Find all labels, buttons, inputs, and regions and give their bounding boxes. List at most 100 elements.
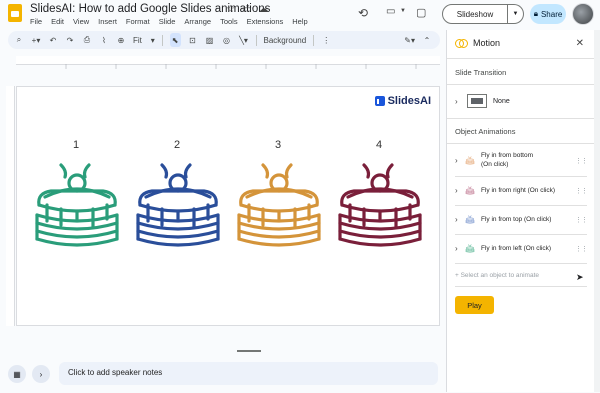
motion-panel: Motion ✕ Slide Transition › None Object … (446, 30, 595, 392)
pancake-drawing (237, 163, 321, 247)
drag-handle-icon[interactable]: ⋮⋮ (575, 187, 588, 195)
text-box-icon[interactable]: ⊡ (188, 33, 198, 47)
zoom-select[interactable]: Fit ▾ (133, 33, 155, 47)
version-history-icon[interactable]: ⟲ (358, 6, 368, 20)
print-icon[interactable]: ⎙ (82, 33, 92, 47)
play-button[interactable]: Play (455, 296, 494, 314)
pancake-thumbnail-icon (465, 156, 475, 165)
zoom-icon[interactable]: ⊕ (116, 33, 126, 47)
chevron-right-icon: › (455, 215, 458, 224)
animation-item[interactable]: › Fly in from right (On click) ⋮⋮ (447, 176, 595, 205)
zoom-value: Fit (133, 35, 142, 45)
vertical-ruler[interactable] (6, 86, 15, 326)
pancake-drawing (465, 244, 475, 253)
title-icons: ☆ ▭ ☁ (226, 4, 268, 15)
chevron-down-icon[interactable]: ▼ (400, 8, 406, 14)
toolbar-divider (313, 34, 315, 46)
ruler-ticks (65, 64, 417, 69)
slide-transition-label: Slide Transition (455, 68, 507, 77)
chevron-right-icon: › (455, 156, 458, 165)
menu-edit[interactable]: Edit (51, 17, 64, 26)
share-label: Share (540, 9, 563, 19)
shape-icon[interactable]: ◎ (222, 33, 232, 47)
menu-tools[interactable]: Tools (220, 17, 238, 26)
slideshow-options-button[interactable]: ▼ (508, 4, 524, 24)
pen-mode-icon[interactable]: ✎▾ (404, 33, 415, 47)
pancake-thumbnail-icon (465, 215, 475, 224)
transition-row[interactable]: › None (455, 94, 510, 108)
search-menus-icon[interactable]: ⌕ (14, 33, 24, 47)
animation-label-line1: Fly in from bottom (481, 152, 534, 160)
collapse-toolbar-icon[interactable]: ⌃ (422, 33, 432, 47)
drag-handle-icon[interactable]: ⋮⋮ (575, 157, 588, 165)
slide-thumbnail-icon (467, 94, 487, 108)
horizontal-ruler[interactable] (16, 56, 440, 69)
animation-item[interactable]: › Fly in from bottom (On click) ⋮⋮ (447, 146, 595, 175)
background-button[interactable]: Background (264, 33, 307, 47)
more-options-icon[interactable]: ⋮ (321, 33, 331, 47)
brand-text: SlidesAI (387, 95, 431, 107)
pancake-stack-4[interactable] (334, 161, 426, 256)
pancake-drawing (338, 163, 422, 247)
undo-icon[interactable]: ↶ (48, 33, 58, 47)
speaker-notes[interactable]: Click to add speaker notes (59, 362, 438, 385)
account-avatar[interactable] (572, 3, 594, 25)
menu-file[interactable]: File (30, 17, 42, 26)
pancake-stack-1[interactable] (31, 161, 123, 256)
comments-icon[interactable]: ▢ (416, 6, 426, 19)
slide[interactable]: SlidesAI 1 2 3 4 (16, 86, 440, 326)
menu-view[interactable]: View (73, 17, 89, 26)
pancake-stack-2[interactable] (132, 161, 224, 256)
animation-item[interactable]: › Fly in from top (On click) ⋮⋮ (447, 205, 595, 234)
star-icon[interactable]: ☆ (226, 4, 235, 15)
pancake-thumbnail-icon (465, 186, 475, 195)
side-panel-strip (594, 30, 600, 392)
panel-header: Motion (455, 38, 500, 48)
animation-item[interactable]: › Fly in from left (On click) ⋮⋮ (447, 234, 595, 263)
animation-label: Fly in from bottom (On click) (481, 152, 533, 169)
paint-format-icon[interactable]: ⌇ (99, 33, 109, 47)
drag-handle-icon[interactable]: ⋮⋮ (575, 245, 588, 253)
select-object-hint[interactable]: + Select an object to animate (455, 272, 539, 279)
menu-arrange[interactable]: Arrange (184, 17, 211, 26)
chevron-down-icon: ▼ (512, 11, 519, 17)
menu-extensions[interactable]: Extensions (247, 17, 284, 26)
pancake-stack-3[interactable] (233, 161, 325, 256)
panel-divider (447, 143, 595, 144)
slideshow-button[interactable]: Slideshow (442, 4, 508, 24)
cloud-status-icon[interactable]: ☁ (258, 4, 268, 15)
drag-handle-icon[interactable]: ⋮⋮ (575, 216, 588, 224)
animation-label: Fly in from left (On click) (481, 245, 552, 252)
transition-value: None (493, 97, 510, 105)
pancake-drawing (465, 215, 475, 224)
panel-divider (447, 84, 595, 85)
panel-divider (447, 58, 595, 59)
object-animations-label: Object Animations (455, 127, 516, 136)
share-button[interactable]: 🔒︎ Share (530, 4, 566, 24)
grid-view-icon[interactable]: ▦ (8, 365, 26, 383)
slide-number-label: 3 (275, 139, 282, 151)
menu-help[interactable]: Help (292, 17, 307, 26)
line-icon[interactable]: ╲▾ (239, 33, 249, 47)
expand-filmstrip-icon[interactable]: › (32, 365, 50, 383)
meet-camera-icon[interactable]: ▭ (386, 6, 395, 17)
animation-label-line2: (On click) (481, 160, 509, 168)
lock-icon: 🔒︎ (533, 9, 538, 18)
panel-title: Motion (473, 38, 501, 48)
menu-format[interactable]: Format (126, 17, 150, 26)
menu-insert[interactable]: Insert (98, 17, 117, 26)
select-tool-icon[interactable]: ⬉ (169, 33, 181, 47)
image-icon[interactable]: ▨ (205, 33, 215, 47)
pancake-drawing (35, 163, 119, 247)
chevron-right-icon: › (455, 186, 458, 195)
new-slide-button[interactable]: +▾ (31, 33, 41, 47)
move-folder-icon[interactable]: ▭ (242, 4, 251, 15)
slides-logo-icon[interactable] (8, 4, 22, 22)
notes-resize-handle[interactable] (237, 350, 261, 352)
redo-icon[interactable]: ↷ (65, 33, 75, 47)
close-icon[interactable]: ✕ (576, 38, 584, 49)
toolbar-divider (161, 34, 163, 46)
pancake-drawing (136, 163, 220, 247)
menu-slide[interactable]: Slide (159, 17, 176, 26)
pancake-drawing (465, 186, 475, 195)
